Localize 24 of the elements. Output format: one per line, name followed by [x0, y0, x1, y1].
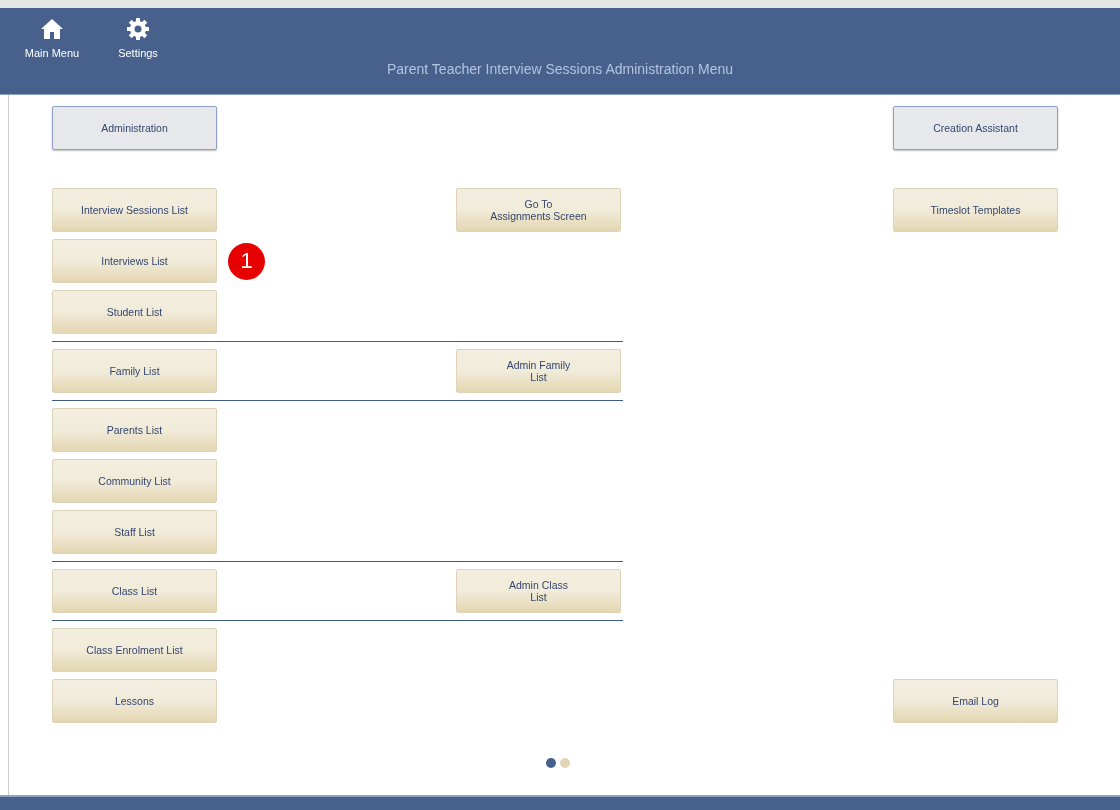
menu-button[interactable]: Staff List — [52, 510, 217, 554]
notification-badge: 1 — [228, 242, 265, 280]
toolbar-button[interactable]: Settings — [102, 17, 174, 59]
menu-button[interactable]: Interviews List — [52, 239, 217, 283]
menu-button[interactable]: Creation Assistant — [893, 106, 1058, 150]
menu-button[interactable]: Timeslot Templates — [893, 188, 1058, 232]
menu-button[interactable]: Interview Sessions List — [52, 188, 217, 232]
menu-button[interactable]: Class Enrolment List — [52, 628, 217, 672]
menu-button[interactable]: Admin Family List — [456, 349, 621, 393]
page-dot[interactable] — [545, 758, 556, 768]
menu-button[interactable]: Administration — [52, 106, 217, 150]
page-dot[interactable] — [559, 758, 570, 768]
menu-button[interactable]: Family List — [52, 349, 217, 393]
layout-title: Parent Teacher Interview Sessions Administration Menu — [387, 61, 733, 77]
menu-button[interactable]: Class List — [52, 569, 217, 613]
menu-button[interactable]: Go To Assignments Screen — [456, 188, 621, 232]
toolbar-button[interactable]: Main Menu — [16, 17, 88, 59]
home-icon — [40, 17, 64, 41]
menu-button[interactable]: Community List — [52, 459, 217, 503]
menu-button[interactable]: Email Log — [893, 679, 1058, 723]
menu-button[interactable]: Student List — [52, 290, 217, 334]
menu-button[interactable]: Parents List — [52, 408, 217, 452]
menu-button[interactable]: Lessons — [52, 679, 217, 723]
menu-button[interactable]: Admin Class List — [456, 569, 621, 613]
